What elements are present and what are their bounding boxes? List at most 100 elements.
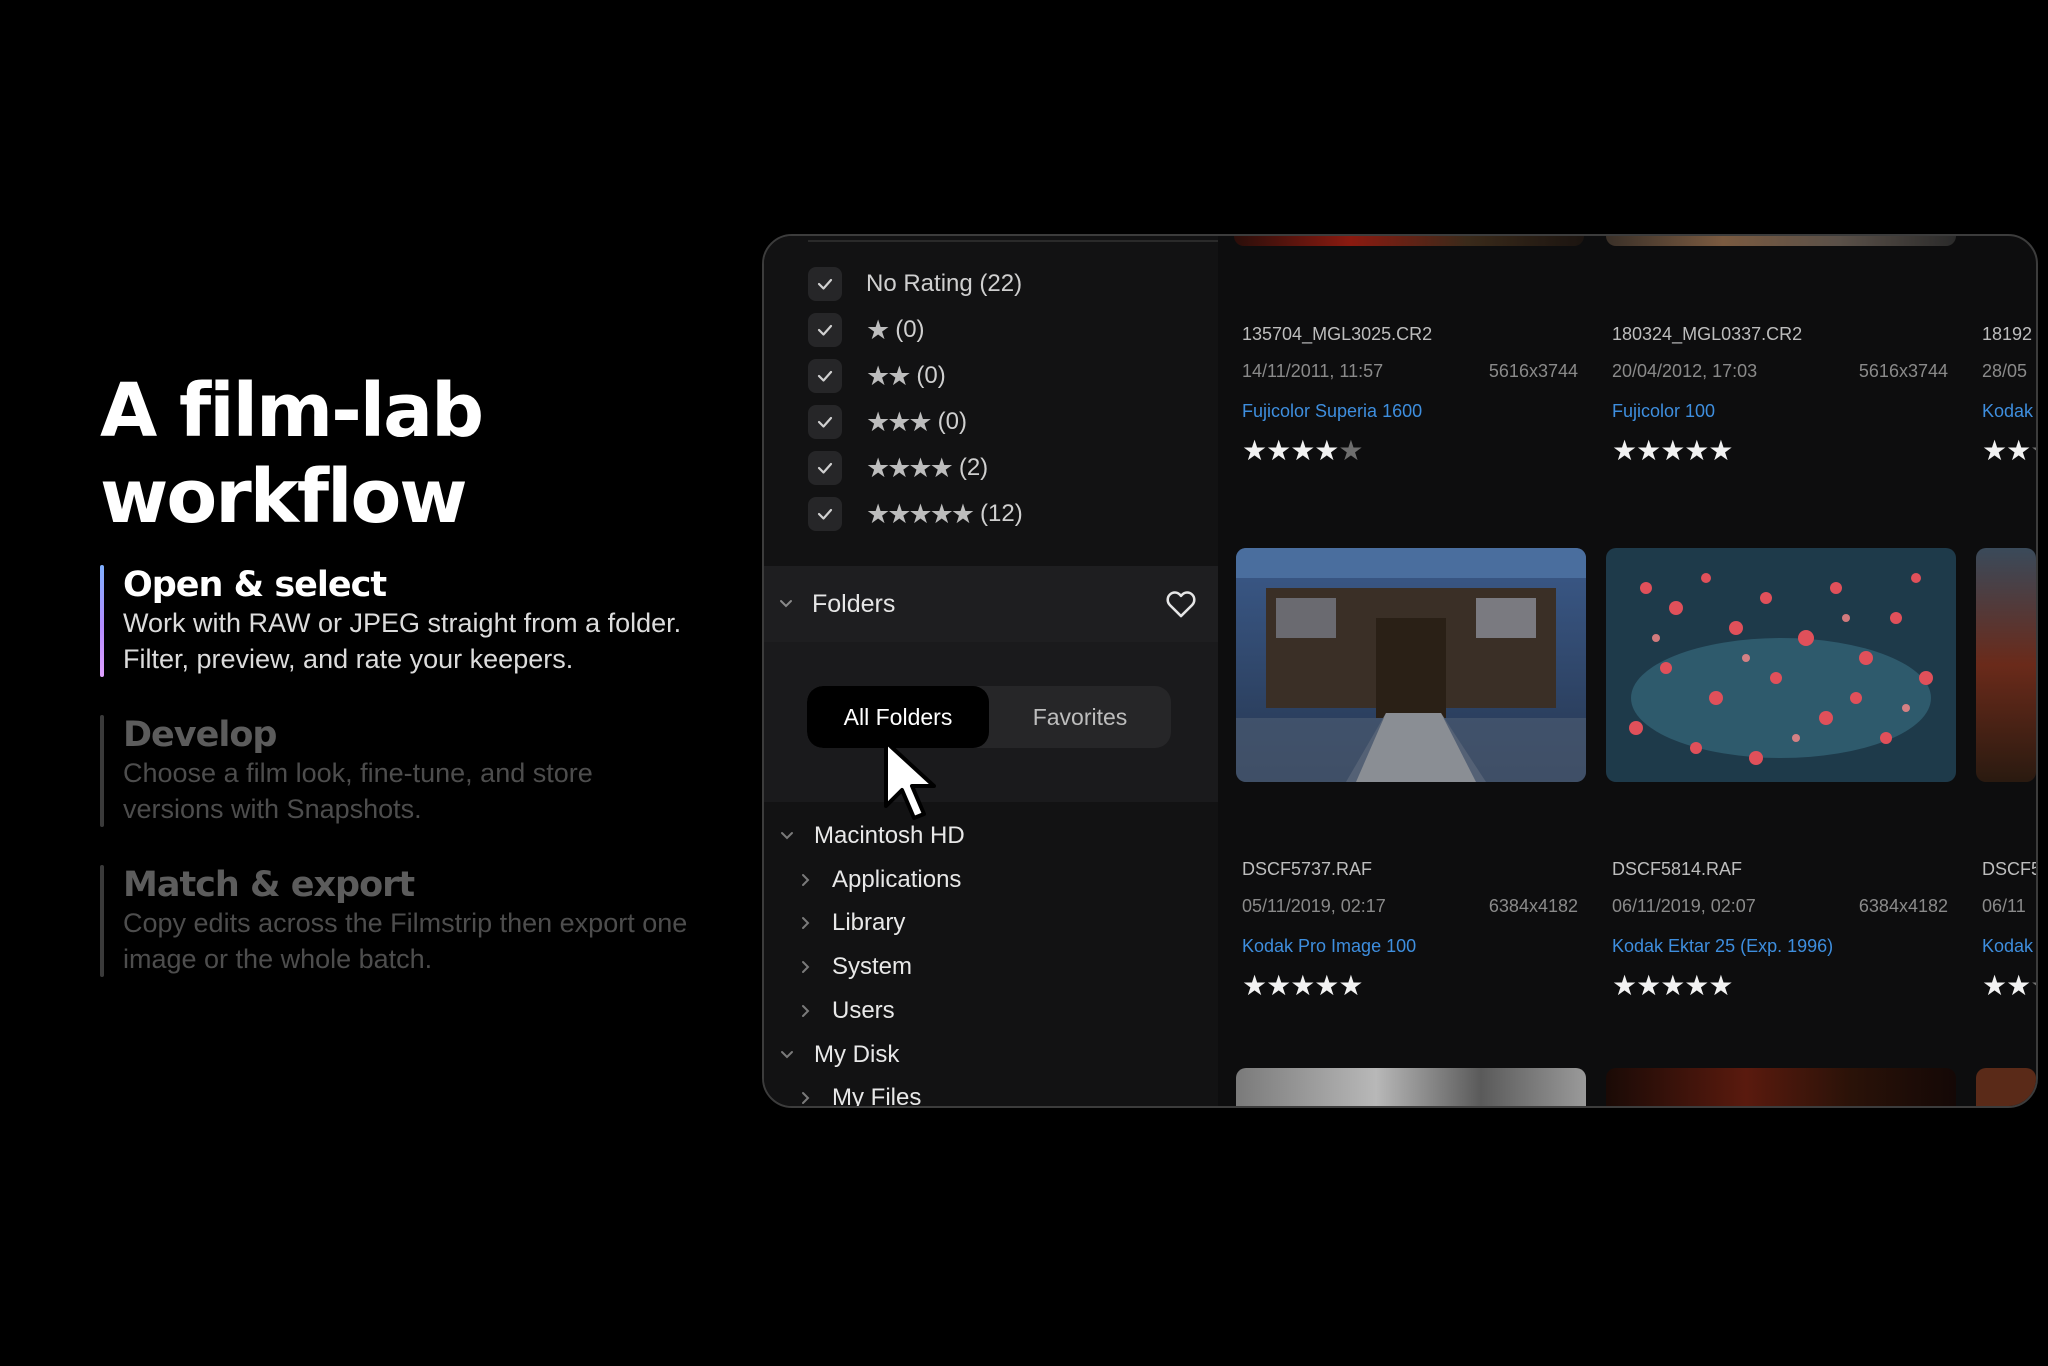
file-name: 180324_MGL0337.CR2 <box>1612 324 1803 344</box>
rating-filter-row[interactable]: ★★★★ (2) <box>808 446 988 490</box>
checkbox[interactable] <box>808 359 842 393</box>
checkmark-icon <box>817 508 833 520</box>
step-title: Develop <box>123 715 277 755</box>
mouse-cursor-icon <box>884 740 936 820</box>
rating-filter-row[interactable]: ★ (0) <box>808 308 925 352</box>
step-indicator-bar <box>100 715 104 827</box>
star-rating[interactable]: ★★★★★ <box>1612 434 1948 467</box>
checkbox[interactable] <box>808 313 842 347</box>
chevron-right-icon[interactable] <box>796 1089 814 1107</box>
hero-title: A film-lab workflow <box>100 368 484 540</box>
star-rating[interactable]: ★★★★★ <box>1242 434 1578 467</box>
folder-tree-item[interactable]: Applications <box>796 860 961 900</box>
chevron-right-icon[interactable] <box>796 1002 814 1020</box>
step-list: Open & select Work with RAW or JPEG stra… <box>100 565 740 1015</box>
tab-favorites[interactable]: Favorites <box>989 686 1171 748</box>
folder-tree-item[interactable]: My Files <box>796 1078 922 1108</box>
folder-tree-label: Library <box>832 909 906 937</box>
film-look-link[interactable]: Kodak Ektar 25 (Exp. 1996) <box>1612 936 1948 957</box>
folder-scope-toggle: All Folders Favorites <box>807 686 1171 748</box>
image-dimensions: 6384x4182 <box>1858 896 1948 916</box>
rating-count: (0) <box>937 408 967 435</box>
checkbox[interactable] <box>808 497 842 531</box>
film-look-link[interactable]: Fujicolor 100 <box>1612 401 1948 422</box>
chevron-down-icon[interactable] <box>778 1046 796 1064</box>
folder-tree-item[interactable]: System <box>796 947 912 987</box>
photo-thumbnail[interactable] <box>1236 1068 1586 1106</box>
star-rating[interactable]: ★★★★★ <box>1982 969 2036 1002</box>
file-name: DSCF5814.RAF <box>1612 859 1743 879</box>
rating-filter-row[interactable]: ★★ (0) <box>808 354 946 398</box>
app-window: No Rating (22) ★ (0) ★★ (0) ★★★ (0) ★★★★ (2) ★★★★… <box>762 234 2038 1108</box>
checkmark-icon <box>817 416 833 428</box>
star-rating[interactable]: ★★★★★ <box>1982 434 2036 467</box>
star-rating[interactable]: ★★★★★ <box>1242 969 1578 1002</box>
photo-thumbnail[interactable] <box>1606 548 1956 782</box>
rating-label: ★★★★★ (12) <box>866 499 1023 530</box>
sidebar: No Rating (22) ★ (0) ★★ (0) ★★★ (0) ★★★★ (2) ★★★★… <box>764 236 1218 1106</box>
step-indicator-bar <box>100 865 104 977</box>
folder-tree-label: Macintosh HD <box>814 822 965 849</box>
star-rating[interactable]: ★★★★★ <box>1612 969 1948 1002</box>
folders-section-header[interactable]: Folders <box>764 566 1218 642</box>
checkbox[interactable] <box>808 267 842 301</box>
step-title: Open & select <box>123 565 387 605</box>
photo-thumbnail[interactable] <box>1234 236 1584 246</box>
rating-label: ★★★★ (2) <box>866 453 988 484</box>
step-description: Copy edits across the Filmstrip then exp… <box>123 908 688 974</box>
rating-label: ★★ (0) <box>866 361 946 392</box>
rating-label: No Rating (22) <box>866 270 1022 298</box>
step-open-select[interactable]: Open & select Work with RAW or JPEG stra… <box>100 565 740 677</box>
file-name: 135704_MGL3025.CR2 <box>1242 324 1433 344</box>
rating-filter-row[interactable]: ★★★ (0) <box>808 400 967 444</box>
chevron-right-icon[interactable] <box>796 914 814 932</box>
photo-thumbnail[interactable] <box>1606 236 1956 246</box>
checkbox[interactable] <box>808 451 842 485</box>
checkmark-icon <box>817 324 833 336</box>
folder-scope-panel: All Folders Favorites <box>764 642 1218 802</box>
checkbox[interactable] <box>808 405 842 439</box>
checkmark-icon <box>817 462 833 474</box>
film-look-link[interactable]: Kodak <box>1982 936 2036 957</box>
folder-tree-label: Users <box>832 996 895 1024</box>
step-description: Work with RAW or JPEG straight from a fo… <box>123 608 682 674</box>
film-look-link[interactable]: Kodak <box>1982 401 2036 422</box>
rating-count: No Rating (22) <box>866 270 1023 297</box>
photo-thumbnail[interactable] <box>1976 548 2036 782</box>
film-look-link[interactable]: Fujicolor Superia 1600 <box>1242 401 1578 422</box>
photo-thumbnail[interactable] <box>1976 1068 2036 1106</box>
rating-filter-row[interactable]: ★★★★★ (12) <box>808 492 1023 536</box>
step-title: Match & export <box>123 865 415 905</box>
film-look-link[interactable]: Kodak Pro Image 100 <box>1242 936 1578 957</box>
photo-thumbnail[interactable] <box>1236 548 1586 782</box>
heart-icon[interactable] <box>1164 587 1198 621</box>
photo-image <box>1606 548 1956 782</box>
checkmark-icon <box>817 370 833 382</box>
photo-thumbnail[interactable] <box>1606 1068 1956 1106</box>
star-rating-icon: ★★ <box>866 360 911 391</box>
image-dimensions: 5616x3744 <box>1488 361 1578 381</box>
rating-filter-row[interactable]: No Rating (22) <box>808 262 1022 306</box>
image-dimensions: 5616x3744 <box>1858 361 1948 381</box>
star-rating-icon: ★ <box>866 314 890 345</box>
capture-date: 06/11 <box>1982 896 2026 916</box>
folder-tree-item[interactable]: Library <box>796 903 905 943</box>
star-rating-icon: ★★★★ <box>866 452 954 483</box>
chevron-down-icon[interactable] <box>776 594 796 614</box>
folder-tree-item[interactable]: Users <box>796 991 895 1031</box>
chevron-right-icon[interactable] <box>796 871 814 889</box>
folders-label: Folders <box>812 589 896 618</box>
step-develop[interactable]: Develop Choose a film look, fine-tune, a… <box>100 715 740 827</box>
chevron-right-icon[interactable] <box>796 958 814 976</box>
capture-date: 28/05 <box>1982 361 2028 381</box>
folder-tree-label: System <box>832 953 913 981</box>
folder-tree-item[interactable]: Macintosh HD <box>778 816 965 856</box>
folder-tree-label: Applications <box>832 865 962 893</box>
folder-tree-label: My Disk <box>814 1040 900 1068</box>
rating-count: (0) <box>895 316 925 343</box>
rating-count: (2) <box>958 454 989 481</box>
folder-tree-item[interactable]: My Disk <box>778 1035 899 1075</box>
chevron-down-icon[interactable] <box>778 827 796 845</box>
step-match-export[interactable]: Match & export Copy edits across the Fil… <box>100 865 740 977</box>
folder-tree-label: My Files <box>832 1084 922 1108</box>
